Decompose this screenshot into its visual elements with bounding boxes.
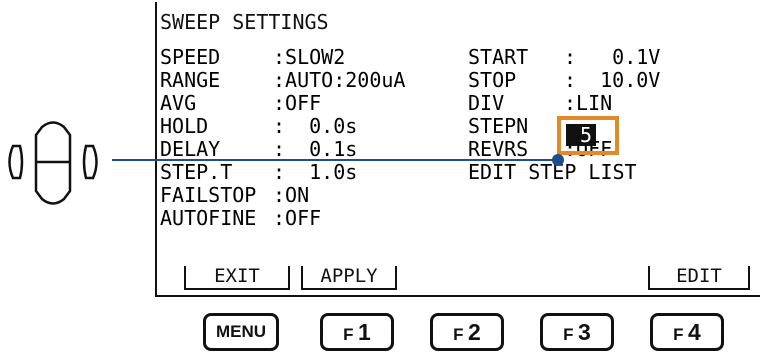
f3-button-letter: F: [563, 325, 574, 344]
edit-step-list-item[interactable]: EDIT STEP LIST: [468, 161, 660, 184]
setting-label: STEP.T: [160, 160, 233, 184]
setting-hold[interactable]: HOLD : 0.0s: [160, 115, 405, 138]
menu-button[interactable]: MENU: [203, 313, 279, 351]
setting-step-t[interactable]: STEP.T : 1.0s: [160, 161, 405, 184]
setting-stop[interactable]: STOP : 10.0V: [468, 69, 660, 92]
setting-label: REVRS: [468, 137, 529, 161]
setting-div[interactable]: DIV :LIN: [468, 92, 660, 115]
setting-value: :OFF: [273, 91, 322, 115]
f1-button-number: 1: [358, 319, 371, 345]
setting-label: AVG: [160, 91, 197, 115]
softkey-apply[interactable]: APPLY: [301, 266, 397, 290]
settings-left-column: SPEED :SLOW2 RANGE :AUTO:200uA AVG :OFF HOL…: [160, 46, 405, 230]
setting-label: AUTOFINE: [160, 206, 257, 230]
setting-value: : 10.0V: [564, 68, 661, 92]
f4-button[interactable]: F 4: [650, 313, 724, 351]
setting-start[interactable]: START : 0.1V: [468, 46, 660, 69]
screen-title: SWEEP SETTINGS: [160, 10, 329, 34]
f3-button-number: 3: [578, 319, 591, 345]
f3-button[interactable]: F 3: [540, 313, 614, 351]
f4-button-number: 4: [688, 319, 701, 345]
pointer-dot: [552, 154, 564, 166]
setting-label: RANGE: [160, 68, 221, 92]
setting-value: : 1.0s: [273, 160, 358, 184]
setting-label: SPEED: [160, 45, 221, 69]
setting-value: :ON: [273, 183, 310, 207]
setting-label: FAILSTOP: [160, 183, 257, 207]
softkey-exit[interactable]: EXIT: [184, 266, 290, 290]
setting-label: STOP: [468, 68, 517, 92]
navigation-dpad-icon[interactable]: [0, 115, 112, 209]
pointer-line: [112, 159, 558, 161]
settings-right-column: START : 0.1V STOP : 10.0V DIV :LIN STEPN RE…: [468, 46, 660, 184]
f2-button-number: 2: [468, 319, 481, 345]
setting-value: :OFF: [273, 206, 322, 230]
f2-button[interactable]: F 2: [430, 313, 504, 351]
menu-button-label: MENU: [215, 322, 267, 341]
setting-label: DIV: [468, 91, 505, 115]
setting-range[interactable]: RANGE :AUTO:200uA: [160, 69, 405, 92]
highlight-frame: [557, 116, 619, 155]
f1-button-letter: F: [343, 325, 354, 344]
setting-autofine[interactable]: AUTOFINE :OFF: [160, 207, 405, 230]
setting-failstop[interactable]: FAILSTOP :ON: [160, 184, 405, 207]
f1-button[interactable]: F 1: [320, 313, 394, 351]
setting-speed[interactable]: SPEED :SLOW2: [160, 46, 405, 69]
f4-button-letter: F: [673, 325, 684, 344]
setting-avg[interactable]: AVG :OFF: [160, 92, 405, 115]
setting-label: DELAY: [160, 137, 221, 161]
setting-label: STEPN: [468, 114, 529, 138]
setting-value: : 0.1s: [273, 137, 358, 161]
setting-value: :SLOW2: [273, 45, 346, 69]
setting-delay[interactable]: DELAY : 0.1s: [160, 138, 405, 161]
setting-value: :LIN: [564, 91, 613, 115]
setting-label: START: [468, 45, 529, 69]
setting-label: HOLD: [160, 114, 209, 138]
setting-value: : 0.1V: [564, 45, 661, 69]
setting-value: :AUTO:200uA: [273, 68, 406, 92]
setting-value: : 0.0s: [273, 114, 358, 138]
softkey-edit[interactable]: EDIT: [648, 266, 750, 290]
f2-button-letter: F: [453, 325, 464, 344]
